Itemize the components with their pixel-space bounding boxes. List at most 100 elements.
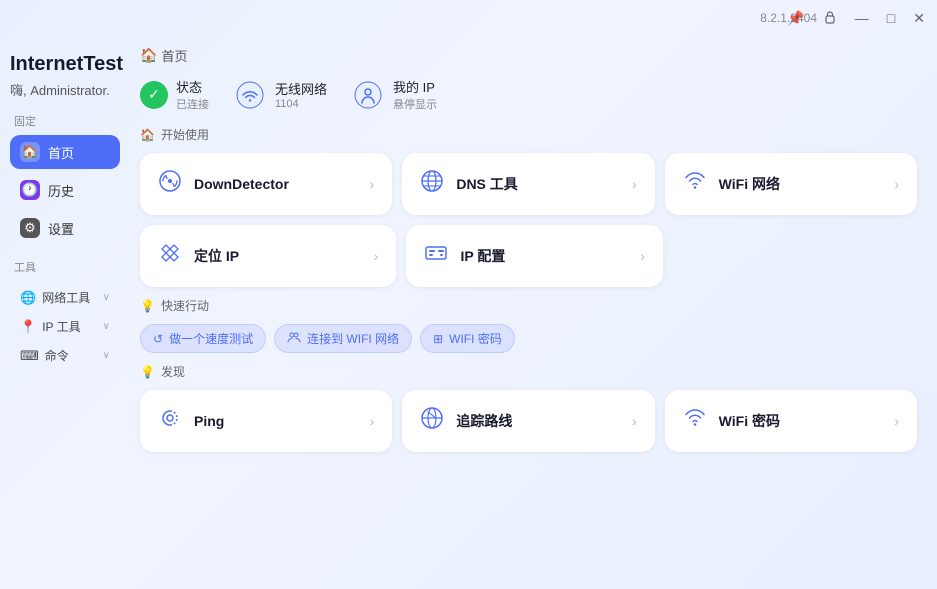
connect-wifi-chip-icon (287, 330, 301, 347)
connect-wifi-chip-label: 连接到 WIFI 网络 (307, 330, 399, 347)
app-container: InternetTest 嗨, Administrator. 固定 🏠 首页 🕐… (0, 36, 937, 589)
sidebar-item-command[interactable]: ⌨ 命令 ∨ (10, 341, 120, 370)
wifi-password-chip[interactable]: ⊞ WIFI 密码 (420, 324, 515, 353)
dns-card-left: DNS 工具 (420, 169, 517, 199)
wifi-network-card-left: WiFi 网络 (683, 169, 780, 199)
ip-config-card-left: IP 配置 (424, 241, 505, 271)
app-title: InternetTest (10, 52, 120, 76)
ping-label: Ping (194, 413, 224, 429)
close-button[interactable]: ✕ (913, 11, 925, 25)
myip-label: 我的 IP (393, 77, 437, 96)
tool-card-ping[interactable]: Ping › (140, 390, 392, 452)
network-tools-arrow: ∨ (103, 292, 110, 303)
sidebar-item-ip-tools[interactable]: 📍 IP 工具 ∨ (10, 312, 120, 341)
sidebar-home-label: 首页 (48, 143, 74, 162)
wifi-password-card-icon (683, 406, 707, 436)
tool-card-ip-config[interactable]: IP 配置 › (406, 225, 662, 287)
speed-test-chip-icon: ↺ (153, 332, 163, 346)
wifi-label: 无线网络 (275, 79, 327, 98)
minimize-button[interactable]: — (855, 11, 869, 25)
ip-tools-icon: 📍 (20, 319, 36, 335)
downdetector-icon (158, 169, 182, 199)
dns-arrow: › (632, 176, 637, 192)
traceroute-label: 追踪路线 (456, 411, 512, 431)
downdetector-card-left: DownDetector (158, 169, 289, 199)
myip-sub: 悬停显示 (393, 96, 437, 112)
traceroute-card-left: 追踪路线 (420, 406, 512, 436)
discover-icon: 💡 (140, 365, 155, 379)
main-content: 🏠 首页 ✓ 状态 已连接 (130, 36, 937, 589)
traceroute-icon (420, 406, 444, 436)
app-greeting: 嗨, Administrator. (10, 80, 120, 99)
quick-actions-label: 💡 快速行动 (140, 297, 917, 314)
tool-card-dns[interactable]: DNS 工具 › (402, 153, 654, 215)
lock-icon[interactable] (823, 10, 837, 26)
wifi-network-label: WiFi 网络 (719, 174, 780, 194)
locate-ip-label: 定位 IP (194, 246, 239, 266)
connected-sub: 已连接 (176, 96, 209, 112)
dns-label: DNS 工具 (456, 174, 517, 194)
maximize-button[interactable]: □ (887, 11, 895, 25)
tool-card-downdetector[interactable]: DownDetector › (140, 153, 392, 215)
ping-arrow: › (370, 413, 375, 429)
ip-tools-label: IP 工具 (42, 318, 80, 335)
sidebar-history-label: 历史 (48, 181, 74, 200)
sidebar-item-network-tools[interactable]: 🌐 网络工具 ∨ (10, 283, 120, 312)
sidebar-item-history[interactable]: 🕐 历史 (10, 173, 120, 207)
titlebar: 8.2.1.2404 📌 — □ ✕ (0, 0, 937, 36)
status-connected-item: ✓ 状态 已连接 (140, 77, 209, 112)
wifi-password-chip-label: WIFI 密码 (449, 330, 502, 347)
status-wifi-item: 无线网络 1104 (233, 78, 327, 112)
locate-ip-icon (158, 241, 182, 271)
speed-test-chip[interactable]: ↺ 做一个速度测试 (140, 324, 266, 353)
connected-icon: ✓ (140, 81, 168, 109)
tool-card-wifi-password[interactable]: WiFi 密码 › (665, 390, 917, 452)
wifi-password-card-left: WiFi 密码 (683, 406, 780, 436)
wifi-password-chip-icon: ⊞ (433, 332, 443, 346)
sidebar-nav: 🏠 首页 🕐 历史 ⚙ 设置 (10, 135, 120, 245)
command-arrow: ∨ (103, 350, 110, 361)
breadcrumb-icon: 🏠 (140, 47, 157, 64)
status-myip-item: 我的 IP 悬停显示 (351, 77, 437, 112)
wifi-network-arrow: › (894, 176, 899, 192)
settings-icon: ⚙ (20, 218, 40, 238)
get-started-label: 🏠 开始使用 (140, 126, 917, 143)
traceroute-arrow: › (632, 413, 637, 429)
dns-icon (420, 169, 444, 199)
tool-card-traceroute[interactable]: 追踪路线 › (402, 390, 654, 452)
status-bar: ✓ 状态 已连接 无线网络 1104 (140, 77, 917, 112)
sidebar: InternetTest 嗨, Administrator. 固定 🏠 首页 🕐… (0, 36, 130, 589)
tool-card-wifi-network[interactable]: WiFi 网络 › (665, 153, 917, 215)
wifi-password-arrow: › (894, 413, 899, 429)
wifi-password-label: WiFi 密码 (719, 411, 780, 431)
tool-card-locate-ip[interactable]: 定位 IP › (140, 225, 396, 287)
myip-status-icon (351, 78, 385, 112)
breadcrumb-label: 首页 (161, 46, 187, 65)
discover-label: 💡 发现 (140, 363, 917, 380)
discover-cards-grid: Ping › 追踪路线 › (140, 390, 917, 452)
home-icon: 🏠 (20, 142, 40, 162)
connect-wifi-chip[interactable]: 连接到 WIFI 网络 (274, 324, 412, 353)
myip-text: 我的 IP 悬停显示 (393, 77, 437, 112)
network-tools-label: 网络工具 (42, 289, 90, 306)
network-tools-icon: 🌐 (20, 290, 36, 306)
sidebar-item-settings[interactable]: ⚙ 设置 (10, 211, 120, 245)
secondary-tools-grid: 定位 IP › IP 配置 (140, 225, 663, 287)
main-tools-grid: DownDetector › DNS 工 (140, 153, 917, 215)
command-label: 命令 (45, 347, 69, 364)
locate-ip-card-left: 定位 IP (158, 241, 239, 271)
wifi-sub: 1104 (275, 98, 327, 110)
fixed-section-label: 固定 (10, 113, 120, 129)
speed-test-chip-label: 做一个速度测试 (169, 330, 253, 347)
sidebar-settings-label: 设置 (48, 219, 74, 238)
connected-text: 状态 已连接 (176, 77, 209, 112)
downdetector-label: DownDetector (194, 176, 289, 192)
ping-icon (158, 406, 182, 436)
wifi-status-icon (233, 78, 267, 112)
connected-label: 状态 (176, 77, 209, 96)
get-started-icon: 🏠 (140, 128, 155, 142)
sidebar-item-home[interactable]: 🏠 首页 (10, 135, 120, 169)
downdetector-arrow: › (370, 176, 375, 192)
locate-ip-arrow: › (374, 248, 379, 264)
tools-section-label: 工具 (10, 259, 120, 275)
